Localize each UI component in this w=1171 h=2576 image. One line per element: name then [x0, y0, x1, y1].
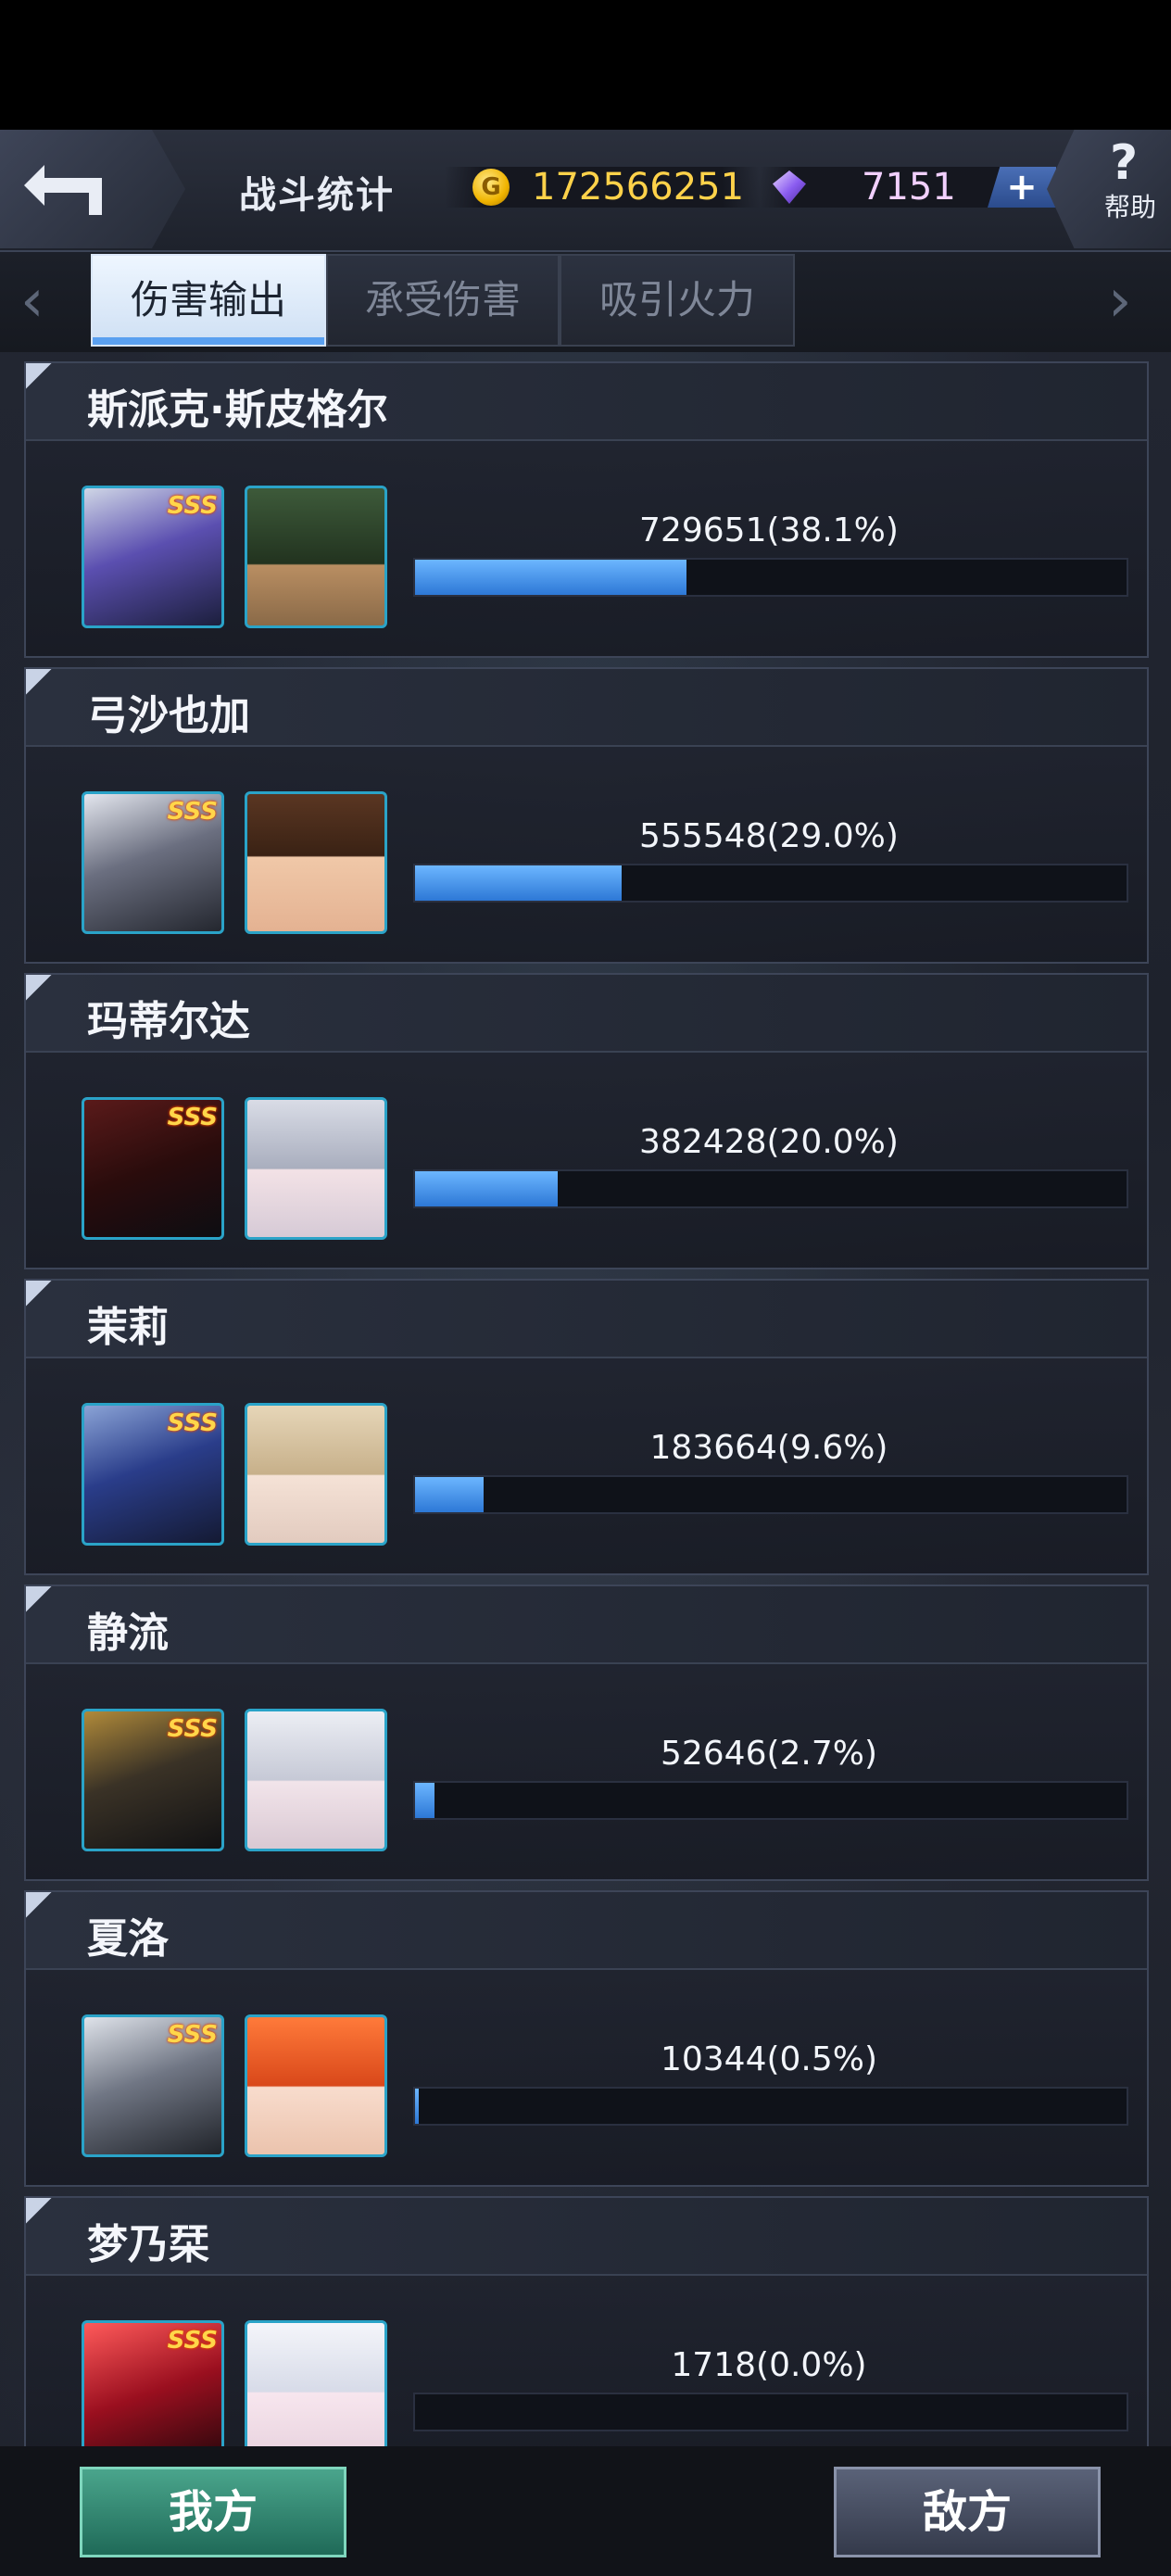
rank-badge: SSS [167, 1715, 218, 1743]
damage-value: 52646(2.7%) [660, 1735, 878, 1773]
damage-progress-bar [413, 864, 1128, 903]
help-question-icon: ? [1110, 135, 1139, 191]
pilot-name: 静流 [87, 1610, 169, 1657]
corner-accent-icon [26, 669, 57, 701]
pilot-name: 斯派克·斯皮格尔 [87, 386, 388, 434]
mech-portrait[interactable]: SSS [82, 2014, 224, 2157]
help-label: 帮助 [1104, 192, 1157, 222]
pilot-portrait[interactable] [245, 2320, 387, 2463]
corner-accent-icon [26, 1281, 57, 1312]
pilot-portrait[interactable] [245, 2014, 387, 2157]
mech-portrait[interactable]: SSS [82, 1097, 224, 1240]
mech-portrait[interactable]: SSS [82, 486, 224, 628]
rank-badge: SSS [167, 2021, 218, 2049]
pilot-portrait[interactable] [245, 791, 387, 934]
pilot-card: 玛蒂尔达 SSS 382428(20.0%) [24, 973, 1149, 1269]
damage-progress-fill [415, 1477, 484, 1512]
damage-progress-bar [413, 2393, 1128, 2431]
corner-accent-icon [26, 363, 57, 395]
enemy-side-button[interactable]: 敌方 [834, 2467, 1101, 2557]
mech-portrait[interactable]: SSS [82, 791, 224, 934]
pilot-card-header: 斯派克·斯皮格尔 [26, 363, 1147, 441]
corner-accent-icon [26, 2198, 57, 2229]
bottom-bar: 我方 敌方 [0, 2446, 1171, 2576]
damage-progress-bar [413, 1475, 1128, 1514]
gold-counter: G 172566251 [445, 167, 760, 208]
page-title: 战斗统计 [239, 174, 395, 217]
damage-value: 382428(20.0%) [639, 1123, 899, 1161]
pilot-card: 茉莉 SSS 183664(9.6%) [24, 1279, 1149, 1575]
back-button[interactable] [0, 130, 185, 248]
pilot-name: 玛蒂尔达 [87, 998, 250, 1045]
damage-progress-bar [413, 558, 1128, 597]
damage-value: 10344(0.5%) [660, 2040, 878, 2078]
damage-value: 1718(0.0%) [671, 2346, 867, 2384]
gold-amount: 172566251 [532, 166, 745, 208]
pilot-card: 斯派克·斯皮格尔 SSS 729651(38.1%) [24, 361, 1149, 658]
gem-amount: 7151 [862, 166, 956, 208]
rank-badge: SSS [167, 492, 218, 520]
back-arrow-icon [24, 165, 102, 215]
pilot-card: 静流 SSS 52646(2.7%) [24, 1585, 1149, 1881]
pilot-portrait[interactable] [245, 486, 387, 628]
damage-progress-bar [413, 1781, 1128, 1820]
damage-value: 729651(38.1%) [639, 511, 899, 549]
pilot-name: 梦乃栞 [87, 2221, 209, 2268]
damage-progress-fill [415, 865, 622, 901]
pilot-card-header: 夏洛 [26, 1892, 1147, 1970]
pilot-card-header: 弓沙也加 [26, 669, 1147, 747]
pilot-card-header: 梦乃栞 [26, 2198, 1147, 2276]
damage-value: 183664(9.6%) [649, 1429, 888, 1467]
rank-badge: SSS [167, 1104, 218, 1131]
damage-progress-fill [415, 1783, 434, 1818]
pilot-card: 弓沙也加 SSS 555548(29.0%) [24, 667, 1149, 964]
rank-badge: SSS [167, 1409, 218, 1437]
pilot-stats-list: 斯派克·斯皮格尔 SSS 729651(38.1%) 弓沙也加 SSS 5555… [24, 361, 1149, 2502]
pilot-card-header: 茉莉 [26, 1281, 1147, 1358]
mech-portrait[interactable]: SSS [82, 1403, 224, 1546]
tab-draw-fire[interactable]: 吸引火力 [560, 254, 795, 347]
corner-accent-icon [26, 1892, 57, 1924]
tab-damage-taken[interactable]: 承受伤害 [326, 254, 560, 347]
damage-progress-bar [413, 2087, 1128, 2126]
damage-progress-fill [415, 2089, 419, 2124]
pilot-portrait[interactable] [245, 1097, 387, 1240]
tab-prev-arrow-icon[interactable]: ‹ [20, 267, 44, 335]
tab-bar: ‹ 伤害输出 承受伤害 吸引火力 › [0, 252, 1171, 352]
pilot-name: 弓沙也加 [87, 692, 250, 739]
status-bar-area [0, 0, 1171, 130]
pilot-portrait[interactable] [245, 1709, 387, 1851]
damage-value: 555548(29.0%) [639, 817, 899, 855]
damage-progress-fill [415, 560, 686, 595]
pilot-card-header: 静流 [26, 1586, 1147, 1664]
tab-next-arrow-icon[interactable]: › [1108, 267, 1132, 335]
mech-portrait[interactable]: SSS [82, 2320, 224, 2463]
my-side-button[interactable]: 我方 [80, 2467, 346, 2557]
diamond-icon [773, 170, 806, 204]
pilot-name: 茉莉 [87, 1304, 169, 1351]
damage-progress-fill [415, 1171, 558, 1206]
pilot-portrait[interactable] [245, 1403, 387, 1546]
mech-portrait[interactable]: SSS [82, 1709, 224, 1851]
gold-coin-icon: G [472, 169, 510, 206]
corner-accent-icon [26, 1586, 57, 1618]
rank-badge: SSS [167, 798, 218, 826]
corner-accent-icon [26, 975, 57, 1006]
tab-damage-output[interactable]: 伤害输出 [91, 254, 326, 347]
pilot-name: 夏洛 [87, 1915, 169, 1963]
pilot-card-header: 玛蒂尔达 [26, 975, 1147, 1053]
pilot-card: 夏洛 SSS 10344(0.5%) [24, 1890, 1149, 2187]
damage-progress-bar [413, 1169, 1128, 1208]
rank-badge: SSS [167, 2327, 218, 2355]
